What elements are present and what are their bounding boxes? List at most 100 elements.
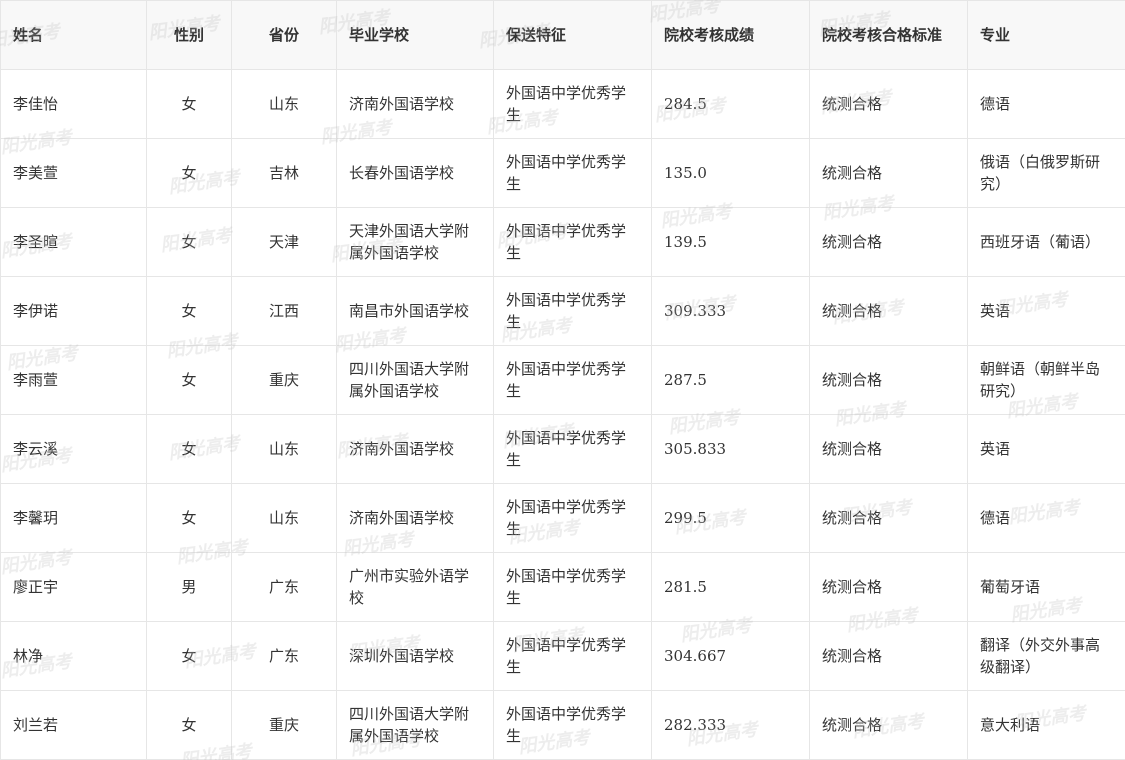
table-row: 刘兰若女重庆 四川外国语大学附属外国语学校 外国语中学优秀学生 282.333 统测合格… (0, 690, 1125, 760)
cell-major: 德语 (967, 483, 1125, 553)
cell-feature: 外国语中学优秀学生 (493, 690, 652, 760)
cell-feature: 外国语中学优秀学生 (493, 207, 652, 277)
cell-province: 天津 (231, 207, 337, 277)
cell-score: 281.5 (651, 552, 810, 622)
table-row: 李美萱女吉林 长春外国语学校 外国语中学优秀学生 135.0 统测合格 俄语（白俄罗斯研究… (0, 138, 1125, 208)
table-row: 廖正宇男广东 广州市实验外语学校 外国语中学优秀学生 281.5 统测合格 葡萄牙语 (0, 552, 1125, 622)
cell-feature: 外国语中学优秀学生 (493, 69, 652, 139)
cell-major: 英语 (967, 276, 1125, 346)
header-gender: 性别 (146, 0, 232, 70)
cell-standard: 统测合格 (809, 414, 968, 484)
cell-standard: 统测合格 (809, 138, 968, 208)
cell-province: 江西 (231, 276, 337, 346)
cell-province: 广东 (231, 621, 337, 691)
cell-province: 重庆 (231, 345, 337, 415)
cell-gender: 女 (146, 276, 232, 346)
cell-gender: 女 (146, 207, 232, 277)
cell-score: 299.5 (651, 483, 810, 553)
cell-feature: 外国语中学优秀学生 (493, 345, 652, 415)
cell-standard: 统测合格 (809, 276, 968, 346)
cell-gender: 女 (146, 483, 232, 553)
cell-standard: 统测合格 (809, 483, 968, 553)
header-feature: 保送特征 (493, 0, 652, 70)
cell-province: 广东 (231, 552, 337, 622)
cell-feature: 外国语中学优秀学生 (493, 414, 652, 484)
cell-major: 英语 (967, 414, 1125, 484)
cell-standard: 统测合格 (809, 690, 968, 760)
cell-name: 李伊诺 (0, 276, 147, 346)
cell-name: 李云溪 (0, 414, 147, 484)
header-school: 毕业学校 (336, 0, 494, 70)
cell-name: 李佳怡 (0, 69, 147, 139)
cell-school: 南昌市外国语学校 (336, 276, 494, 346)
cell-gender: 女 (146, 138, 232, 208)
table-row: 李圣暄女天津 天津外国语大学附属外国语学校 外国语中学优秀学生 139.5 统测合格 西班… (0, 207, 1125, 277)
cell-name: 刘兰若 (0, 690, 147, 760)
cell-feature: 外国语中学优秀学生 (493, 276, 652, 346)
cell-major: 德语 (967, 69, 1125, 139)
cell-score: 304.667 (651, 621, 810, 691)
cell-name: 李馨玥 (0, 483, 147, 553)
cell-standard: 统测合格 (809, 552, 968, 622)
cell-major: 翻译（外交外事高级翻译） (967, 621, 1125, 691)
cell-name: 林净 (0, 621, 147, 691)
cell-province: 吉林 (231, 138, 337, 208)
table-row: 林净女广东 深圳外国语学校 外国语中学优秀学生 304.667 统测合格 翻译（外交外事高… (0, 621, 1125, 691)
cell-gender: 男 (146, 552, 232, 622)
cell-school: 济南外国语学校 (336, 69, 494, 139)
table-row: 李佳怡女山东 济南外国语学校 外国语中学优秀学生 284.5 统测合格 德语 (0, 69, 1125, 139)
header-score: 院校考核成绩 (651, 0, 810, 70)
cell-major: 葡萄牙语 (967, 552, 1125, 622)
cell-score: 284.5 (651, 69, 810, 139)
cell-feature: 外国语中学优秀学生 (493, 621, 652, 691)
cell-province: 山东 (231, 483, 337, 553)
cell-gender: 女 (146, 621, 232, 691)
cell-score: 282.333 (651, 690, 810, 760)
cell-name: 李雨萱 (0, 345, 147, 415)
cell-score: 139.5 (651, 207, 810, 277)
cell-school: 济南外国语学校 (336, 414, 494, 484)
table-body: 李佳怡女山东 济南外国语学校 外国语中学优秀学生 284.5 统测合格 德语 李美萱女吉林长… (0, 69, 1125, 760)
admissions-table: 姓名 性别 省份 毕业学校 保送特征 院校考核成绩 院校考核合格标准 专业 李佳… (0, 0, 1125, 760)
cell-score: 309.333 (651, 276, 810, 346)
cell-province: 山东 (231, 69, 337, 139)
cell-school: 天津外国语大学附属外国语学校 (336, 207, 494, 277)
cell-standard: 统测合格 (809, 621, 968, 691)
cell-feature: 外国语中学优秀学生 (493, 552, 652, 622)
cell-major: 俄语（白俄罗斯研究） (967, 138, 1125, 208)
cell-school: 广州市实验外语学校 (336, 552, 494, 622)
cell-province: 山东 (231, 414, 337, 484)
table-row: 李伊诺女江西 南昌市外国语学校 外国语中学优秀学生 309.333 统测合格 英语 (0, 276, 1125, 346)
header-standard: 院校考核合格标准 (809, 0, 968, 70)
cell-school: 四川外国语大学附属外国语学校 (336, 345, 494, 415)
header-major: 专业 (967, 0, 1125, 70)
cell-score: 287.5 (651, 345, 810, 415)
cell-gender: 女 (146, 69, 232, 139)
cell-score: 135.0 (651, 138, 810, 208)
cell-gender: 女 (146, 414, 232, 484)
table-row: 李雨萱女重庆 四川外国语大学附属外国语学校 外国语中学优秀学生 287.5 统测合格 朝鲜… (0, 345, 1125, 415)
cell-school: 深圳外国语学校 (336, 621, 494, 691)
cell-score: 305.833 (651, 414, 810, 484)
cell-major: 朝鲜语（朝鲜半岛研究） (967, 345, 1125, 415)
cell-name: 李美萱 (0, 138, 147, 208)
cell-school: 四川外国语大学附属外国语学校 (336, 690, 494, 760)
table-row: 李云溪女山东 济南外国语学校 外国语中学优秀学生 305.833 统测合格 英语 (0, 414, 1125, 484)
cell-gender: 女 (146, 690, 232, 760)
header-row: 姓名 性别 省份 毕业学校 保送特征 院校考核成绩 院校考核合格标准 专业 (0, 0, 1125, 70)
header-province: 省份 (231, 0, 337, 70)
cell-standard: 统测合格 (809, 69, 968, 139)
cell-name: 廖正宇 (0, 552, 147, 622)
table-header: 姓名 性别 省份 毕业学校 保送特征 院校考核成绩 院校考核合格标准 专业 (0, 0, 1125, 70)
cell-province: 重庆 (231, 690, 337, 760)
header-name: 姓名 (0, 0, 147, 70)
cell-school: 济南外国语学校 (336, 483, 494, 553)
cell-name: 李圣暄 (0, 207, 147, 277)
cell-major: 意大利语 (967, 690, 1125, 760)
cell-major: 西班牙语（葡语） (967, 207, 1125, 277)
table-row: 李馨玥女山东 济南外国语学校 外国语中学优秀学生 299.5 统测合格 德语 (0, 483, 1125, 553)
cell-feature: 外国语中学优秀学生 (493, 138, 652, 208)
cell-school: 长春外国语学校 (336, 138, 494, 208)
cell-standard: 统测合格 (809, 207, 968, 277)
cell-gender: 女 (146, 345, 232, 415)
